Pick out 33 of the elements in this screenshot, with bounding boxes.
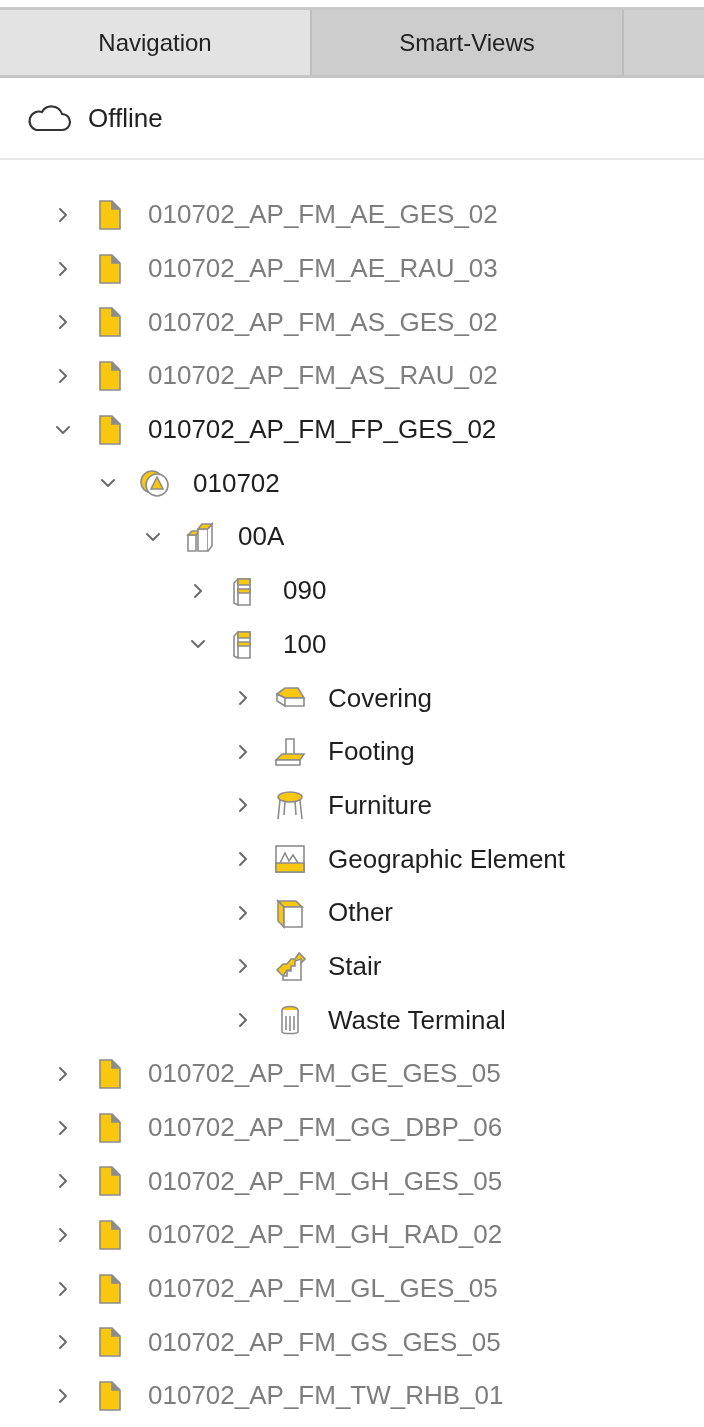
tree-item-label[interactable]: 010702_AP_FM_AE_GES_02 [148,195,498,235]
tree-item-label[interactable]: Furniture [328,785,433,825]
tree-item-label[interactable]: Other [328,893,394,933]
tree-item-label[interactable]: Geographic Element [328,839,566,879]
tree-item-label[interactable]: 010702_AP_FM_GE_GES_05 [148,1054,501,1094]
building-icon [184,520,216,553]
tree-item-label[interactable]: 090 [283,571,327,611]
tree-item-label[interactable]: 010702_AP_FM_GG_DBP_06 [148,1108,503,1148]
tab[interactable]: Navigation [0,10,312,75]
landscape-icon [274,843,306,876]
tree-item-label[interactable]: 010702_AP_FM_GL_GES_05 [148,1269,498,1309]
stool-icon [274,789,306,822]
tree-item-label[interactable]: 010702_AP_FM_AE_RAU_03 [148,249,498,289]
tree-item-label[interactable]: 010702_AP_FM_AS_GES_02 [148,302,498,342]
connection-status: Offline [88,101,163,135]
tree-item-label[interactable]: 010702_AP_FM_FP_GES_02 [148,410,497,450]
tree-item-label[interactable]: 010702_AP_FM_GS_GES_05 [148,1322,501,1362]
cloud-icon [26,103,72,133]
footing-icon [274,735,306,768]
tree-item-label[interactable]: Footing [328,732,415,772]
tree-item-label[interactable]: Waste Terminal [328,1000,506,1040]
stair-icon [274,950,306,983]
tree-item-label[interactable]: 010702_AP_FM_GH_GES_05 [148,1161,503,1201]
tree-item-label[interactable]: 010702_AP_FM_GH_RAD_02 [148,1215,503,1255]
tree-item-label[interactable]: 00A [238,517,285,557]
tree-item-label[interactable]: 100 [283,624,327,664]
tree-item-label[interactable]: 010702_AP_FM_AS_RAU_02 [148,356,498,396]
tree-item-label[interactable]: 010702 [193,463,280,503]
tree-item-label[interactable]: Covering [328,678,433,718]
tree-item-label[interactable]: 010702_AP_FM_TW_RHB_01 [148,1376,504,1416]
compass-icon [139,467,171,500]
cube-icon [274,896,306,929]
tree-item-label[interactable]: Stair [328,946,382,986]
